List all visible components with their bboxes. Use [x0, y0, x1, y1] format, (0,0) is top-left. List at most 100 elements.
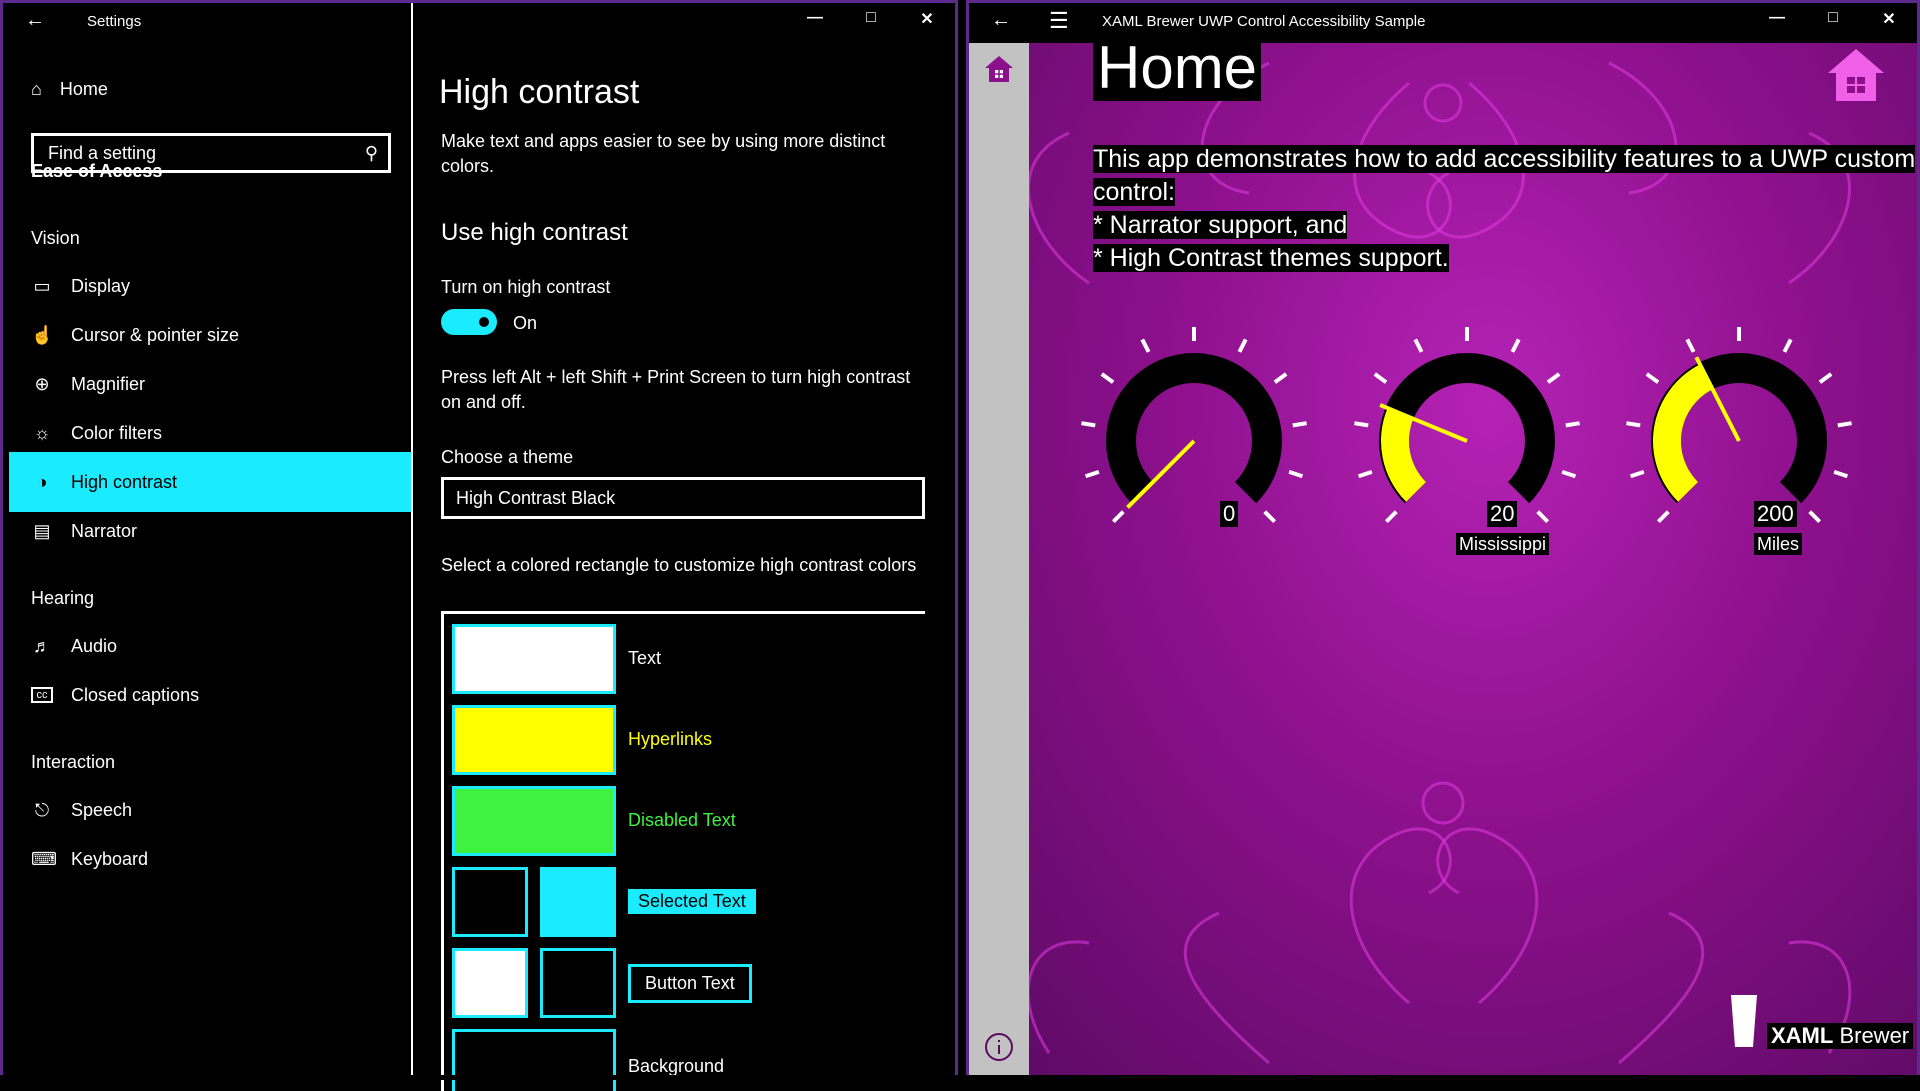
home-icon[interactable]	[983, 53, 1015, 85]
gauge-tick	[1081, 421, 1096, 428]
gauge-track	[1106, 353, 1282, 504]
gauge-tick	[1565, 421, 1580, 428]
gauge-tick	[1100, 372, 1115, 384]
back-arrow-icon[interactable]: ←	[25, 9, 45, 32]
gauge-tick	[1837, 421, 1852, 428]
speaker-icon: ♬	[33, 635, 51, 656]
nav-item-label: Narrator	[71, 520, 138, 541]
gauge-tick	[1413, 338, 1424, 353]
gauge-tick	[1111, 510, 1125, 524]
sun-icon: ☼	[33, 422, 51, 443]
minimize-button[interactable]: —	[787, 9, 843, 29]
shortcut-text: Press left Alt + left Shift + Print Scre…	[441, 367, 911, 412]
nav-item-label: High contrast	[71, 471, 178, 492]
back-arrow-icon[interactable]: ←	[991, 9, 1011, 32]
text-color-label: Text	[628, 648, 662, 668]
gauge-tick	[1273, 372, 1288, 384]
settings-window: ← Settings — □ ✕ ⌂ Home ⚲ Ease of Access…	[0, 0, 958, 1091]
nav-item-keyboard[interactable]: ⌨ Keyboard	[9, 829, 411, 889]
microphone-icon: ⎋	[34, 799, 50, 820]
gauge-dial-1[interactable]	[1347, 321, 1587, 561]
nav-home[interactable]: ⌂ Home	[31, 79, 108, 100]
toggle-state: On	[513, 313, 538, 333]
gauge-dial-0[interactable]	[1074, 321, 1314, 561]
high-contrast-toggle[interactable]	[441, 309, 497, 335]
gauge-tick	[1808, 510, 1822, 524]
customize-text: Select a colored rectangle to customize …	[441, 555, 917, 575]
bullet-narrator: * Narrator support, and	[1093, 211, 1348, 239]
nav-item-label: Audio	[71, 635, 118, 656]
theme-label: Choose a theme	[441, 447, 574, 467]
button-bg-swatch[interactable]	[452, 948, 528, 1018]
gauge-tick	[1656, 510, 1670, 524]
disabled-color-swatch[interactable]	[452, 786, 616, 856]
selected-bg-swatch[interactable]	[452, 867, 528, 937]
narrator-icon: ▤	[33, 520, 51, 541]
nav-item-narrator[interactable]: ▤ Narrator	[9, 501, 411, 561]
keyboard-icon: ⌨	[31, 848, 57, 869]
selected-fg-swatch[interactable]	[540, 867, 616, 937]
page-description: Make text and apps easier to see by usin…	[441, 131, 886, 176]
background-color-swatch[interactable]	[452, 1029, 616, 1091]
brewer-caption-buttons: — □ ✕	[1749, 9, 1917, 29]
gauge-tick	[1510, 338, 1521, 353]
maximize-button[interactable]: □	[843, 9, 899, 29]
gauge-tick	[1546, 372, 1561, 384]
brewer-title: XAML Brewer UWP Control Accessibility Sa…	[1102, 13, 1426, 30]
nav-item-captions[interactable]: cc Closed captions	[9, 665, 411, 725]
gauge-tick	[1685, 338, 1696, 353]
settings-title: Settings	[87, 13, 142, 30]
intro-line-1: This app demonstrates how to add accessi…	[1093, 145, 1916, 173]
gauge-tick	[1561, 469, 1577, 479]
nav-item-label: Cursor & pointer size	[71, 324, 240, 345]
close-button[interactable]: ✕	[899, 9, 955, 29]
gauge-tick	[1833, 469, 1849, 479]
page-title: Home	[1093, 35, 1262, 101]
text-color-swatch[interactable]	[452, 624, 616, 694]
theme-dropdown-value: High Contrast Black	[456, 487, 616, 508]
disabled-color-label: Disabled Text	[628, 810, 736, 830]
gauge-dial-2[interactable]	[1619, 321, 1859, 561]
gauge-tick	[1782, 338, 1793, 353]
nav-item-label: Speech	[71, 799, 133, 820]
toggle-caption: Turn on high contrast	[441, 277, 611, 297]
gauge-tick	[1288, 469, 1304, 479]
gauge-tick	[1629, 469, 1645, 479]
palette-icon: ◑	[36, 471, 48, 492]
nav-item-label: Display	[71, 275, 131, 296]
bottom-strip	[0, 1075, 1920, 1080]
category-title: Ease of Access	[31, 161, 163, 181]
xaml-brewer-logo: XAML Brewer	[1729, 993, 1914, 1049]
nav-item-label: Closed captions	[71, 684, 200, 705]
section-hearing: Hearing	[31, 588, 95, 608]
theme-dropdown[interactable]: High Contrast Black	[441, 477, 925, 519]
hamburger-menu-icon[interactable]: ☰	[1049, 8, 1069, 34]
close-button[interactable]: ✕	[1861, 9, 1917, 29]
info-icon[interactable]	[983, 1031, 1015, 1063]
gauge-tick	[1292, 421, 1307, 428]
settings-nav-pane: ⌂ Home ⚲ Ease of Access Vision ▭ Display…	[9, 43, 411, 1078]
maximize-button[interactable]: □	[1805, 9, 1861, 29]
selected-text-label: Selected Text	[628, 889, 756, 914]
settings-caption-buttons: — □ ✕	[787, 9, 955, 29]
gauge-tick	[1354, 421, 1369, 428]
closed-captions-icon: cc	[31, 687, 53, 703]
section-vision: Vision	[31, 228, 80, 248]
color-swatches-panel: Text Hyperlinks Disabled Text Selected T…	[441, 611, 925, 1091]
intro-line-2: control:	[1093, 178, 1175, 206]
toggle-knob	[479, 317, 489, 327]
gauge-value-0: 0	[1220, 501, 1239, 527]
gauge-tick	[1818, 372, 1833, 384]
logo-text: XAML Brewer	[1767, 1023, 1914, 1049]
search-icon[interactable]: ⚲	[365, 143, 378, 164]
gauge-tick	[1373, 372, 1388, 384]
minimize-button[interactable]: —	[1749, 9, 1805, 29]
beer-glass-icon	[1731, 995, 1757, 1047]
hyperlink-color-swatch[interactable]	[452, 705, 616, 775]
gauge-tick	[1357, 469, 1373, 479]
nav-item-label: Magnifier	[71, 373, 146, 394]
button-fg-swatch[interactable]	[540, 948, 616, 1018]
settings-content: High contrast Make text and apps easier …	[413, 43, 955, 1091]
gauge-tick	[1140, 338, 1151, 353]
nav-item-label: Color filters	[71, 422, 163, 443]
